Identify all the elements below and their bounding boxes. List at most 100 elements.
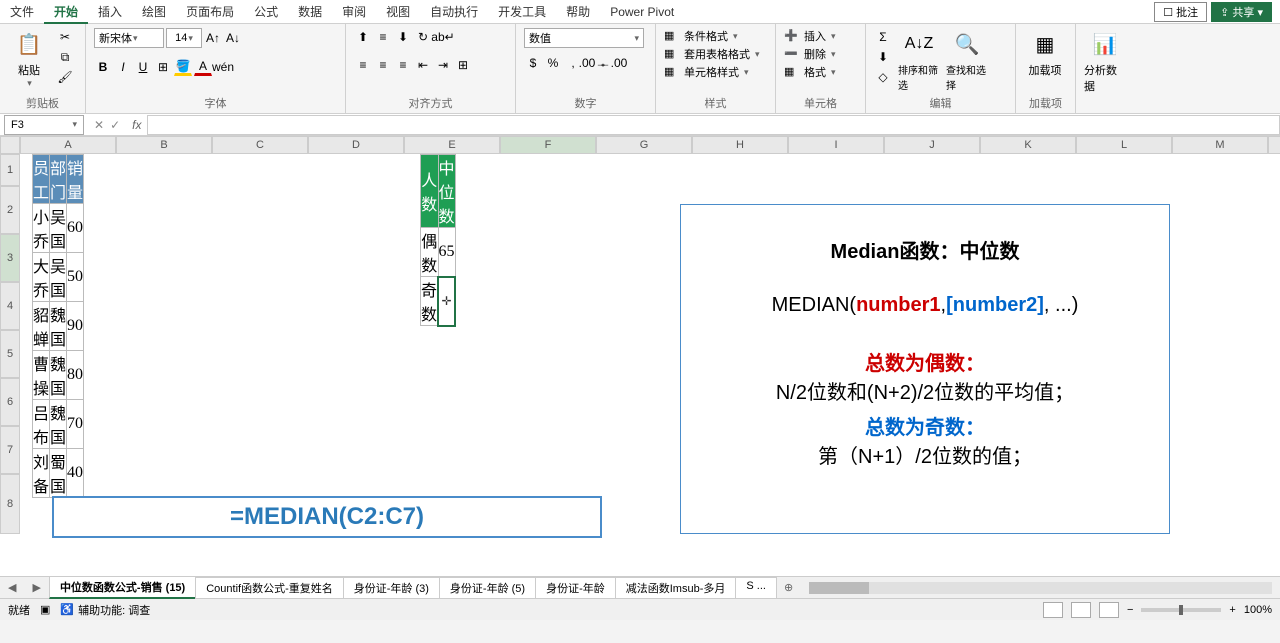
italic-button[interactable]: I (114, 58, 132, 76)
table-cell[interactable]: 80 (67, 351, 84, 400)
view-normal-button[interactable] (1043, 602, 1063, 618)
column-header-C[interactable]: C (212, 136, 308, 154)
analyze-data-button[interactable]: 📊分析数据 (1084, 28, 1126, 94)
header-department[interactable]: 部门 (50, 155, 67, 204)
phonetic-button[interactable]: wén (214, 58, 232, 76)
zoom-in-button[interactable]: + (1229, 604, 1235, 616)
zoom-level[interactable]: 100% (1244, 604, 1272, 616)
align-bottom-button[interactable]: ⬇ (394, 28, 412, 46)
table-cell[interactable]: 小乔 (33, 204, 50, 253)
zoom-out-button[interactable]: − (1127, 604, 1133, 616)
column-header-L[interactable]: L (1076, 136, 1172, 154)
align-left-button[interactable]: ≡ (354, 56, 372, 74)
column-header-D[interactable]: D (308, 136, 404, 154)
new-sheet-button[interactable]: ⊕ (776, 581, 801, 594)
format-cells-button[interactable]: ▦格式▾ (784, 64, 836, 80)
table-cell[interactable]: 90 (67, 302, 84, 351)
align-center-button[interactable]: ≡ (374, 56, 392, 74)
menu-draw[interactable]: 绘图 (132, 0, 176, 24)
table-cell[interactable]: 魏国 (50, 302, 67, 351)
column-header-I[interactable]: I (788, 136, 884, 154)
addins-button[interactable]: ▦加载项 (1024, 28, 1066, 78)
underline-button[interactable]: U (134, 58, 152, 76)
menu-home[interactable]: 开始 (44, 0, 88, 24)
fx-icon[interactable]: fx (132, 118, 141, 132)
menu-review[interactable]: 审阅 (332, 0, 376, 24)
cell-even-label[interactable]: 偶数 (421, 228, 439, 277)
header-sales[interactable]: 销量 (67, 155, 84, 204)
column-header-B[interactable]: B (116, 136, 212, 154)
insert-cells-button[interactable]: ➕插入▾ (784, 28, 836, 44)
table-cell[interactable]: 50 (67, 253, 84, 302)
increase-font-button[interactable]: A↑ (204, 29, 222, 47)
zoom-slider[interactable] (1141, 608, 1221, 612)
indent-increase-button[interactable]: ⇥ (434, 56, 452, 74)
decrease-decimal-button[interactable]: ←.00 (604, 54, 622, 72)
font-name-select[interactable]: 新宋体▾ (94, 28, 164, 48)
border-button[interactable]: ⊞ (154, 58, 172, 76)
cell-even-median[interactable]: 65 (438, 228, 455, 277)
header-count[interactable]: 人数 (421, 155, 439, 228)
table-cell[interactable]: 曹操 (33, 351, 50, 400)
row-header-3[interactable]: 3 (0, 234, 20, 282)
row-header-4[interactable]: 4 (0, 282, 20, 330)
sort-filter-button[interactable]: A↓Z 排序和筛选 (898, 28, 940, 92)
table-cell[interactable]: 魏国 (50, 351, 67, 400)
table-cell[interactable]: 大乔 (33, 253, 50, 302)
row-header-8[interactable]: 8 (0, 474, 20, 534)
select-all-corner[interactable] (0, 136, 20, 154)
indent-decrease-button[interactable]: ⇤ (414, 56, 432, 74)
align-top-button[interactable]: ⬆ (354, 28, 372, 46)
sheet-tab[interactable]: S ... (735, 577, 777, 599)
cell-f3-selected[interactable]: ✛ (438, 277, 455, 326)
cut-button[interactable]: ✂ (56, 28, 74, 46)
number-format-select[interactable]: 数值▾ (524, 28, 644, 48)
menu-view[interactable]: 视图 (376, 0, 420, 24)
menu-pagelayout[interactable]: 页面布局 (176, 0, 244, 24)
decrease-font-button[interactable]: A↓ (224, 29, 242, 47)
table-cell[interactable]: 刘备 (33, 449, 50, 498)
menu-data[interactable]: 数据 (288, 0, 332, 24)
sheet-tab[interactable]: 身份证-年龄 (5) (439, 577, 536, 599)
accessibility-icon[interactable]: ♿ (60, 603, 74, 616)
sheet-tab[interactable]: 身份证-年龄 (3) (343, 577, 440, 599)
table-cell[interactable]: 吕布 (33, 400, 50, 449)
macro-record-icon[interactable]: ▣ (40, 603, 50, 616)
wrap-text-button[interactable]: ab↵ (434, 28, 452, 46)
table-cell[interactable]: 魏国 (50, 400, 67, 449)
currency-button[interactable]: $ (524, 54, 542, 72)
sheet-nav-prev[interactable]: ◀ (0, 581, 24, 594)
column-header-F[interactable]: F (500, 136, 596, 154)
table-format-button[interactable]: ▦套用表格格式▾ (664, 46, 760, 62)
menu-pivot[interactable]: Power Pivot (600, 0, 684, 24)
menu-help[interactable]: 帮助 (556, 0, 600, 24)
row-header-5[interactable]: 5 (0, 330, 20, 378)
table-cell[interactable]: 70 (67, 400, 84, 449)
cell-styles-button[interactable]: ▦单元格样式▾ (664, 64, 749, 80)
zoom-slider-thumb[interactable] (1179, 605, 1183, 615)
table-cell[interactable]: 40 (67, 449, 84, 498)
orientation-button[interactable]: ↻ (414, 28, 432, 46)
sheet-tab[interactable]: Countif函数公式-重复姓名 (195, 577, 344, 599)
clear-button[interactable]: ◇ (874, 68, 892, 86)
sheet-nav-next[interactable]: ▶ (24, 581, 48, 594)
worksheet[interactable]: ABCDEFGHIJKLMN 1 2 3 4 5 6 7 8 员工 部门 销量 … (0, 136, 1280, 576)
table-cell[interactable]: 吴国 (50, 204, 67, 253)
bold-button[interactable]: B (94, 58, 112, 76)
column-header-G[interactable]: G (596, 136, 692, 154)
row-header-1[interactable]: 1 (0, 154, 20, 186)
merge-button[interactable]: ⊞ (454, 56, 472, 74)
copy-button[interactable]: ⧉ (56, 48, 74, 66)
row-header-2[interactable]: 2 (0, 186, 20, 234)
comment-button[interactable]: ☐ 批注 (1154, 2, 1207, 22)
find-select-button[interactable]: 🔍 查找和选择 (946, 28, 988, 92)
share-button[interactable]: ⇪ 共享 ▾ (1211, 2, 1272, 22)
column-header-A[interactable]: A (20, 136, 116, 154)
font-color-button[interactable]: A (194, 58, 212, 76)
column-header-M[interactable]: M (1172, 136, 1268, 154)
delete-cells-button[interactable]: ➖删除▾ (784, 46, 836, 62)
column-header-N[interactable]: N (1268, 136, 1280, 154)
menu-auto[interactable]: 自动执行 (420, 0, 488, 24)
sheet-tab-active[interactable]: 中位数函数公式-销售 (15) (49, 576, 196, 599)
format-painter-button[interactable]: 🖌 (56, 68, 74, 86)
